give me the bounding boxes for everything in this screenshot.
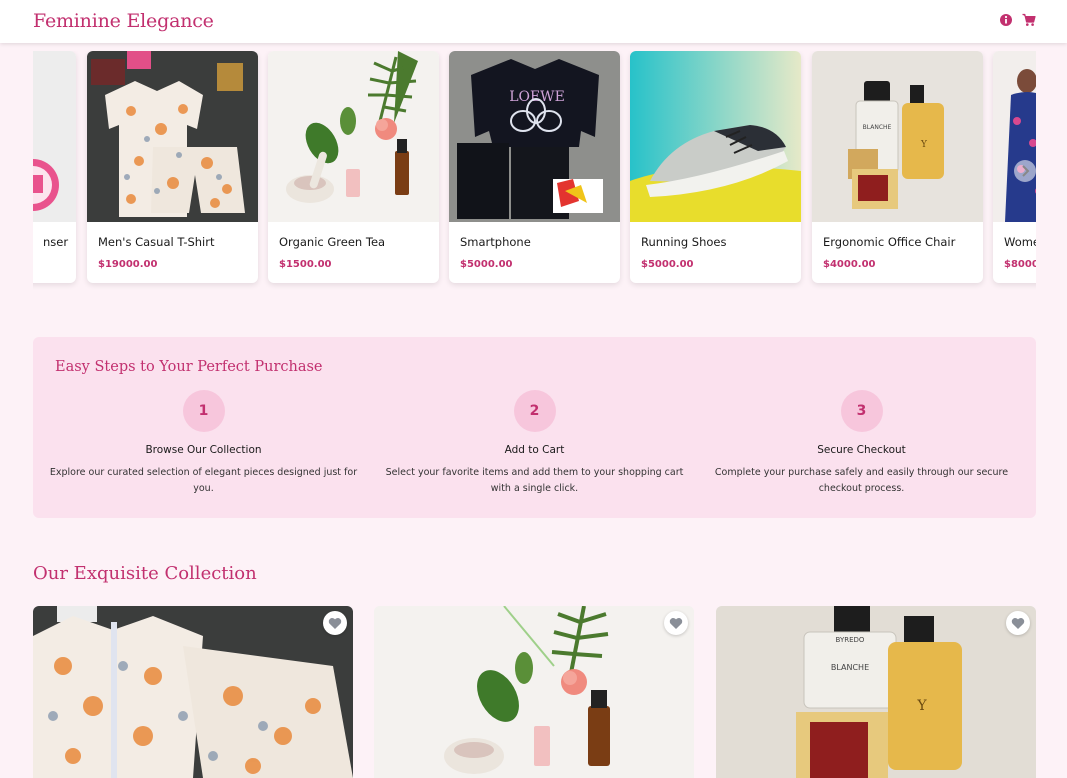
heart-icon [1011, 618, 1025, 629]
collection-title: Our Exquisite Collection [33, 563, 257, 584]
product-name: nser [43, 235, 69, 249]
product-name: Ergonomic Office Chair [823, 235, 956, 249]
product-price: $4000.00 [823, 259, 876, 270]
brand-logo[interactable]: Feminine Elegance [33, 10, 214, 32]
collection-product-card[interactable] [33, 606, 353, 778]
favorite-button[interactable] [664, 611, 688, 635]
step-1: 1 Browse Our Collection Explore our cura… [40, 390, 367, 497]
product-image: BLANCHE Y [812, 51, 983, 222]
product-image [374, 606, 694, 778]
heart-icon [328, 618, 342, 629]
product-image [33, 51, 76, 222]
product-image: BYREDO BLANCHE Y [716, 606, 1036, 778]
product-image [268, 51, 439, 222]
step-2: 2 Add to Cart Select your favorite items… [371, 390, 698, 497]
product-image [33, 606, 353, 778]
svg-text:BYREDO: BYREDO [836, 636, 865, 644]
product-card[interactable]: nser [33, 51, 76, 283]
svg-text:LOEWE: LOEWE [509, 89, 565, 105]
product-card[interactable]: Organic Green Tea $1500.00 [268, 51, 439, 283]
svg-text:BLANCHE: BLANCHE [831, 663, 869, 672]
product-image [993, 51, 1036, 222]
purchase-steps-section: Easy Steps to Your Perfect Purchase 1 Br… [33, 337, 1036, 518]
svg-text:Y: Y [920, 140, 928, 150]
step-description: Complete your purchase safely and easily… [714, 467, 1009, 494]
product-image [87, 51, 258, 222]
step-description: Explore our curated selection of elegant… [49, 467, 358, 494]
svg-text:BLANCHE: BLANCHE [863, 124, 892, 131]
cart-icon[interactable] [1022, 13, 1036, 27]
product-price: $19000.00 [98, 259, 158, 270]
product-name: Organic Green Tea [279, 235, 386, 249]
product-name: Running Shoes [641, 235, 727, 249]
step-number: 3 [840, 390, 883, 432]
product-price: $5000.00 [641, 259, 694, 270]
step-number: 2 [513, 390, 556, 432]
product-card[interactable]: BLANCHE Y Ergonomic Office Chair $4000.0… [812, 51, 983, 283]
product-name: Wome [1004, 235, 1036, 249]
chevron-right-icon [1022, 165, 1030, 177]
heart-icon [669, 618, 683, 629]
product-carousel: nser Men's Casual T-Shirt $19000.00 Orga… [33, 51, 1036, 291]
step-title: Add to Cart [504, 444, 565, 456]
step-number: 1 [182, 390, 225, 432]
product-price: $5000.00 [460, 259, 513, 270]
carousel-next-button[interactable] [1014, 160, 1036, 182]
product-image: LOEWE [449, 51, 620, 222]
step-description: Select your favorite items and add them … [385, 467, 684, 494]
product-card[interactable]: Men's Casual T-Shirt $19000.00 [87, 51, 258, 283]
favorite-button[interactable] [323, 611, 347, 635]
collection-product-card[interactable]: BYREDO BLANCHE Y [716, 606, 1036, 778]
product-card[interactable]: Running Shoes $5000.00 [630, 51, 801, 283]
info-icon[interactable] [999, 13, 1013, 27]
product-card[interactable]: LOEWE Smartphone $5000.00 [449, 51, 620, 283]
step-3: 3 Secure Checkout Complete your purchase… [698, 390, 1025, 497]
top-navbar: Feminine Elegance [0, 0, 1067, 43]
product-name: Smartphone [460, 235, 531, 249]
step-title: Secure Checkout [817, 444, 906, 456]
product-price: $1500.00 [279, 259, 332, 270]
step-title: Browse Our Collection [145, 444, 262, 456]
steps-title: Easy Steps to Your Perfect Purchase [55, 359, 323, 375]
product-name: Men's Casual T-Shirt [98, 235, 215, 249]
svg-text:Y: Y [916, 698, 927, 714]
product-price: $8000. [1004, 259, 1036, 270]
favorite-button[interactable] [1006, 611, 1030, 635]
product-image [630, 51, 801, 222]
collection-product-card[interactable] [374, 606, 694, 778]
